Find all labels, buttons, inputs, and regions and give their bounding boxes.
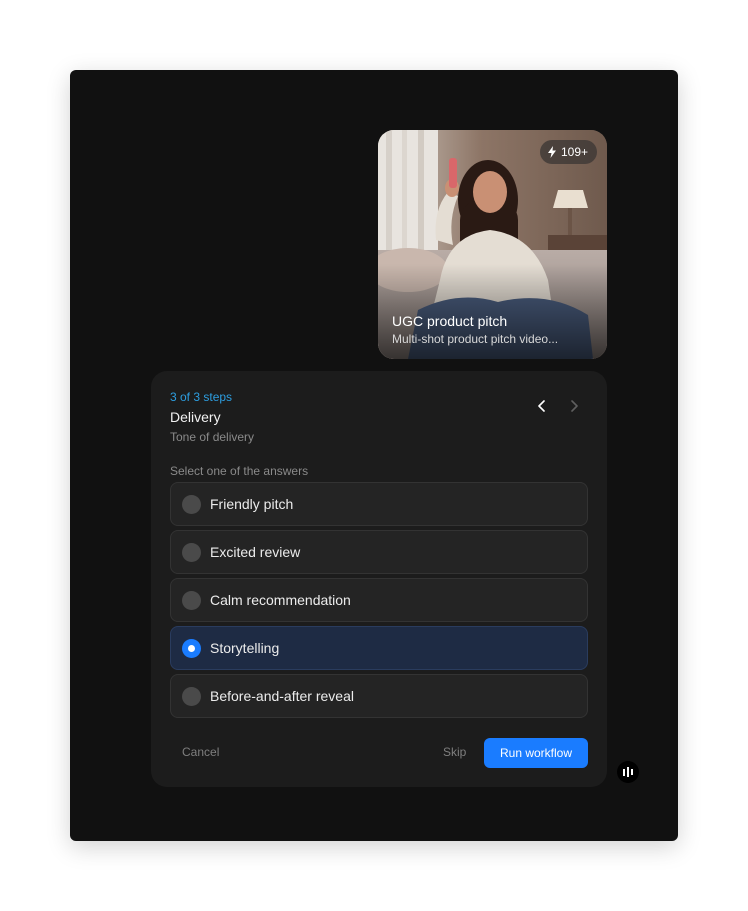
answer-option[interactable]: Friendly pitch	[170, 482, 588, 526]
radio-dot	[188, 644, 195, 652]
answer-option-selected[interactable]: Storytelling	[170, 626, 588, 670]
radio-button-checked[interactable]	[182, 638, 201, 658]
radio-button[interactable]	[182, 686, 201, 706]
chevron-left-icon	[538, 400, 545, 412]
previous-step-button[interactable]	[531, 395, 553, 417]
template-title: UGC product pitch	[392, 313, 508, 329]
template-description: Multi-shot product pitch video...	[392, 332, 559, 346]
step-indicator: 3 of 3 steps	[170, 390, 233, 404]
answer-options: Friendly pitch Excited review Calm recom…	[170, 482, 588, 722]
bars-logo-icon	[623, 767, 633, 777]
radio-button[interactable]	[182, 494, 201, 514]
question-subtitle: Tone of delivery	[170, 430, 255, 444]
next-step-button[interactable]	[563, 395, 585, 417]
answer-option[interactable]: Calm recommendation	[170, 578, 588, 622]
answer-instruction: Select one of the answers	[170, 464, 309, 478]
chevron-right-icon	[571, 400, 578, 412]
skip-button[interactable]: Skip	[443, 745, 466, 759]
usage-count-badge: 109+	[539, 140, 597, 164]
answer-label: Excited review	[210, 544, 301, 560]
usage-count: 109+	[560, 145, 588, 159]
question-panel: 3 of 3 steps Delivery Tone of delivery S…	[151, 371, 607, 787]
answer-label: Before-and-after reveal	[210, 688, 354, 704]
cancel-button[interactable]: Cancel	[182, 745, 219, 759]
lightning-icon	[547, 146, 556, 158]
template-card[interactable]: 109+ UGC product pitch Multi-shot produc…	[378, 130, 607, 359]
answer-option[interactable]: Excited review	[170, 530, 588, 574]
answer-label: Storytelling	[210, 640, 280, 656]
run-workflow-button[interactable]: Run workflow	[484, 738, 588, 768]
question-title: Delivery	[170, 409, 221, 425]
radio-button[interactable]	[182, 542, 201, 562]
answer-label: Calm recommendation	[210, 592, 351, 608]
app-logo-button[interactable]	[617, 761, 639, 783]
radio-button[interactable]	[182, 590, 201, 610]
answer-label: Friendly pitch	[210, 496, 294, 512]
app-window: 109+ UGC product pitch Multi-shot produc…	[70, 70, 678, 841]
answer-option[interactable]: Before-and-after reveal	[170, 674, 588, 718]
